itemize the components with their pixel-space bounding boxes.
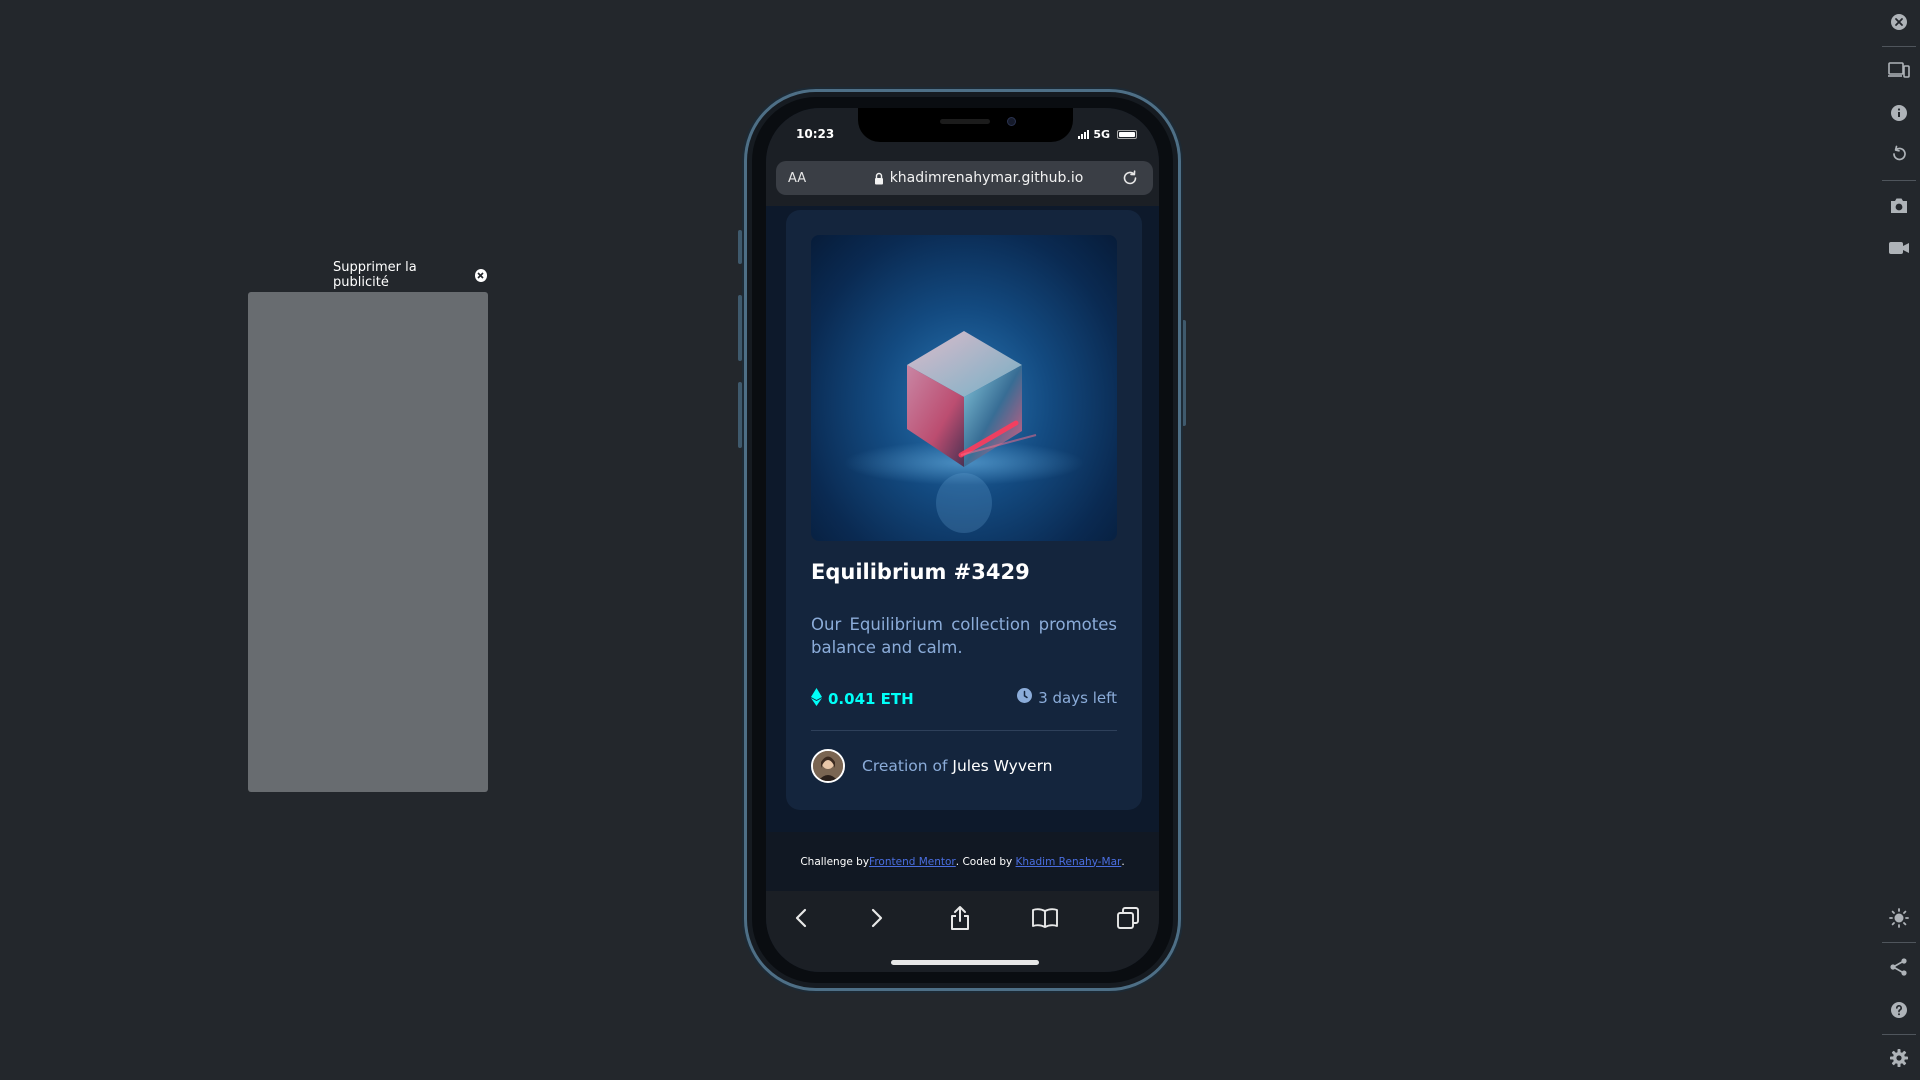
status-indicators: 5G [1078,128,1137,141]
status-bar: 10:23 5G [766,108,1159,156]
close-icon[interactable] [1885,8,1913,36]
close-ad-icon[interactable] [474,268,487,282]
time-left-row: 3 days left [1017,688,1117,707]
network-label: 5G [1093,128,1110,141]
rail-divider [1882,180,1916,181]
web-page: Equilibrium #3429 Our Equilibrium collec… [766,206,1159,832]
phone-frame: 10:23 5G AA khadimrenahymar.github.io Eq… [744,89,1181,991]
ethereum-icon [811,688,822,710]
time-left-value: 3 days left [1038,688,1117,707]
brightness-icon[interactable] [1885,904,1913,932]
notch [858,108,1073,142]
author-link[interactable]: Khadim Renahy-Mar [1016,856,1122,868]
nft-image[interactable] [811,235,1117,541]
speaker [940,119,990,124]
price-value: 0.041 ETH [828,690,914,708]
status-time: 10:23 [796,127,835,141]
rail-divider [1882,1034,1916,1035]
camera-icon[interactable] [1885,191,1913,219]
remove-ad-label[interactable]: Supprimer la publicité [333,260,469,290]
share-icon[interactable] [1885,953,1913,981]
creator-line: Creation of Jules Wyvern [862,757,1053,775]
info-icon[interactable] [1885,99,1913,127]
nft-title[interactable]: Equilibrium #3429 [811,560,1030,584]
ad-placeholder [248,292,488,792]
remove-ad-control[interactable]: Supprimer la publicité [333,260,487,290]
attribution-suffix: . [1121,855,1125,868]
price-row: 0.041 ETH [811,688,914,710]
challenge-prefix: Challenge by [800,855,870,868]
rail-divider [1882,46,1916,47]
battery-icon [1117,130,1137,139]
lock-icon [874,172,884,185]
url-display[interactable]: khadimrenahymar.github.io [838,170,1119,186]
browser-address-bar: AA khadimrenahymar.github.io [766,156,1159,206]
url-field[interactable]: AA khadimrenahymar.github.io [776,161,1153,195]
nft-card: Equilibrium #3429 Our Equilibrium collec… [786,210,1142,810]
front-camera [1007,117,1016,126]
browser-toolbar [766,891,1159,972]
text-size-button[interactable]: AA [788,171,838,186]
avatar [811,749,845,783]
url-text: khadimrenahymar.github.io [889,170,1084,186]
frontend-mentor-link[interactable]: Frontend Mentor [869,856,956,868]
volume-down-button [738,382,742,448]
bookmarks-icon[interactable] [1030,903,1060,933]
volume-up-button [738,295,742,361]
nft-description: Our Equilibrium collection promotes bala… [811,615,1117,657]
back-icon[interactable] [786,903,816,933]
settings-icon[interactable] [1885,1044,1913,1072]
home-indicator[interactable] [891,960,1039,965]
mute-switch [738,230,742,264]
page-footer: Challenge by Frontend Mentor. Coded by Kh… [766,832,1159,891]
forward-icon[interactable] [862,903,892,933]
signal-icon [1078,130,1090,139]
reload-icon[interactable] [1119,167,1141,189]
clock-icon [1017,688,1033,707]
attribution: Challenge by Frontend Mentor. Coded by Kh… [766,832,1159,891]
power-button [1182,320,1186,426]
device-icon[interactable] [1885,56,1913,84]
help-icon[interactable] [1885,996,1913,1024]
share-icon[interactable] [945,903,975,933]
phone-screen: 10:23 5G AA khadimrenahymar.github.io Eq… [766,108,1159,972]
creator-prefix: Creation of [862,757,948,775]
card-divider [811,730,1117,731]
tabs-icon[interactable] [1113,903,1143,933]
creator-name-link[interactable]: Jules Wyvern [952,757,1052,775]
rail-divider [1882,942,1916,943]
coded-prefix: . Coded by [955,855,1013,868]
video-icon[interactable] [1885,234,1913,262]
rotate-icon[interactable] [1885,140,1913,168]
